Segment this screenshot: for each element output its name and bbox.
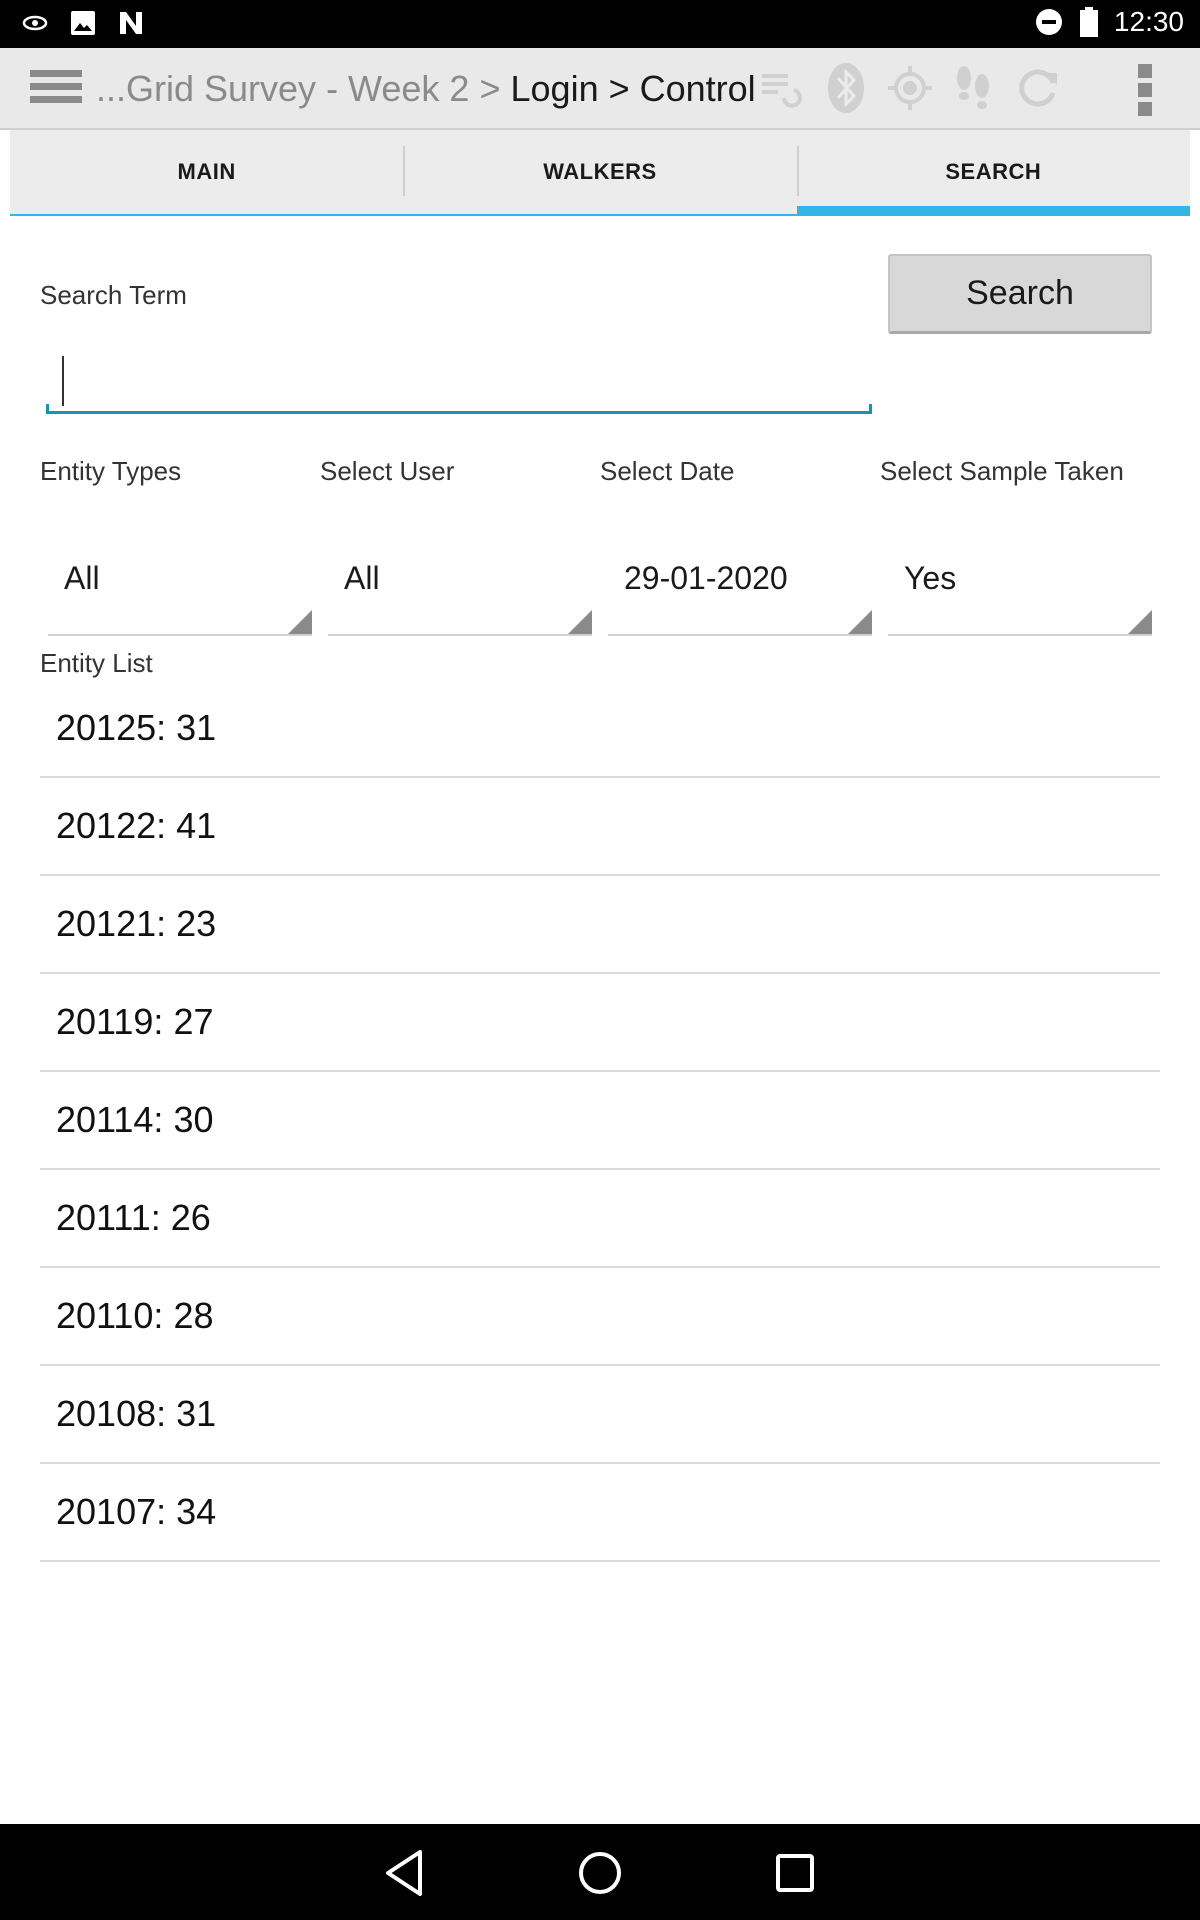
tab-walkers[interactable]: WALKERS [403, 130, 797, 216]
status-bar: 12:30 [0, 0, 1200, 48]
recents-icon[interactable] [768, 1846, 822, 1900]
text-cursor [62, 356, 64, 406]
refresh-icon[interactable] [1014, 64, 1062, 112]
select-user-label: Select User [320, 456, 455, 486]
breadcrumb: ...Grid Survey - Week 2 > Login > Contro… [96, 68, 756, 110]
list-item[interactable]: 20114: 30 [40, 1072, 1160, 1170]
breadcrumb-current: Login > Control [510, 68, 756, 109]
list-item[interactable]: 20111: 26 [40, 1170, 1160, 1268]
select-date-dropdown[interactable]: 29-01-2020 [608, 540, 872, 636]
breadcrumb-parent[interactable]: ...Grid Survey - Week 2 > [96, 68, 500, 109]
hamburger-menu-icon[interactable] [30, 70, 82, 110]
entity-list-label: Entity List [40, 648, 153, 678]
tab-main[interactable]: MAIN [10, 130, 404, 216]
list-item[interactable]: 20125: 31 [40, 680, 1160, 778]
dropdown-caret-icon [288, 610, 312, 634]
entity-types-label: Entity Types [40, 456, 182, 486]
list-item[interactable]: 20121: 23 [40, 876, 1160, 974]
back-icon[interactable] [378, 1846, 432, 1900]
list-item[interactable]: 20108: 31 [40, 1366, 1160, 1464]
tab-search[interactable]: SEARCH [796, 130, 1190, 216]
select-date-value: 29-01-2020 [624, 560, 788, 596]
dropdown-caret-icon [568, 610, 592, 634]
entity-types-value: All [64, 560, 100, 596]
n-logo-icon [120, 12, 142, 34]
search-input[interactable] [46, 348, 872, 414]
overflow-menu-icon[interactable] [1138, 64, 1154, 116]
dropdown-caret-icon [1128, 610, 1152, 634]
tab-bar: MAIN WALKERS SEARCH [10, 130, 1190, 216]
do-not-disturb-icon [1035, 9, 1062, 35]
footsteps-icon[interactable] [950, 64, 998, 112]
search-button[interactable]: Search [888, 254, 1152, 334]
image-icon [71, 11, 95, 35]
dropdown-caret-icon [848, 610, 872, 634]
entity-list: 20125: 31 20122: 41 20121: 23 20119: 27 … [40, 680, 1160, 1562]
home-icon[interactable] [573, 1846, 627, 1900]
select-sample-taken-dropdown[interactable]: Yes [888, 540, 1152, 636]
select-sample-taken-label: Select Sample Taken [880, 456, 1124, 486]
select-user-dropdown[interactable]: All [328, 540, 592, 636]
list-item[interactable]: 20119: 27 [40, 974, 1160, 1072]
search-term-label: Search Term [40, 280, 187, 310]
battery-icon [1079, 7, 1098, 37]
notification-icons [22, 10, 144, 36]
gps-icon[interactable] [886, 64, 934, 112]
status-time: 12:30 [1113, 6, 1184, 37]
bluetooth-icon[interactable] [822, 63, 870, 113]
list-item[interactable]: 20107: 34 [40, 1464, 1160, 1562]
entity-types-dropdown[interactable]: All [48, 540, 312, 636]
system-icons: 12:30 [1034, 6, 1184, 38]
sync-list-icon[interactable] [758, 64, 806, 112]
action-bar: ...Grid Survey - Week 2 > Login > Contro… [0, 48, 1200, 130]
list-item[interactable]: 20122: 41 [40, 778, 1160, 876]
select-user-value: All [344, 560, 380, 596]
action-icons [758, 63, 1062, 113]
select-sample-taken-value: Yes [904, 560, 957, 596]
vpn-eye-icon [22, 15, 48, 31]
list-item[interactable]: 20110: 28 [40, 1268, 1160, 1366]
select-date-label: Select Date [600, 456, 735, 486]
navigation-bar [0, 1824, 1200, 1920]
